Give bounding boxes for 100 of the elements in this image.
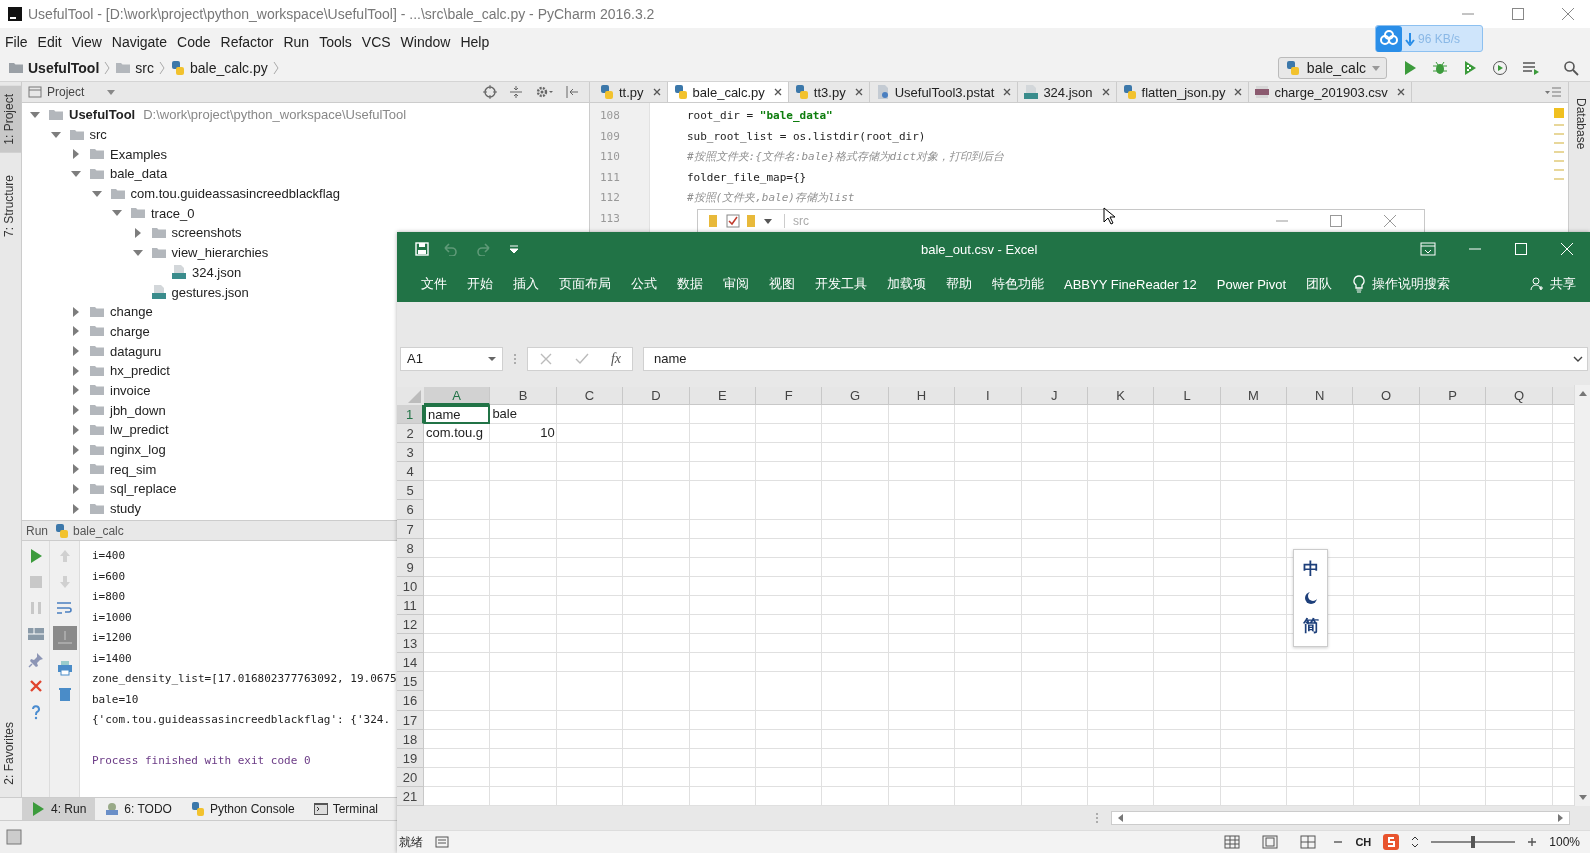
column-header[interactable]: O <box>1353 387 1420 405</box>
editor-tab[interactable]: charge_201903.csv <box>1249 82 1412 102</box>
ribbon-tab[interactable]: 页面布局 <box>549 275 621 293</box>
name-box[interactable]: A1 <box>400 346 503 371</box>
tool-window-tab[interactable]: Database <box>1569 90 1590 158</box>
table-cell[interactable]: bale <box>490 405 557 425</box>
table-cell[interactable]: 10 <box>490 424 557 444</box>
tool-window-tab[interactable]: 4: Run <box>22 798 96 820</box>
breadcrumb[interactable]: src <box>115 60 154 76</box>
close-icon[interactable] <box>772 87 783 97</box>
tree-item[interactable]: trace_0 <box>130 205 195 222</box>
column-header[interactable]: N <box>1287 387 1354 405</box>
tree-item[interactable]: invoice <box>89 382 151 399</box>
tool-window-tab[interactable]: 6: TODO <box>95 798 181 820</box>
close-icon[interactable] <box>1395 87 1406 97</box>
scroll-to-end-icon[interactable] <box>52 626 77 650</box>
moon-icon[interactable] <box>1302 590 1319 606</box>
page-layout-icon[interactable] <box>1262 835 1279 849</box>
tree-item[interactable]: screenshots <box>150 224 242 241</box>
menu-item[interactable]: VCS <box>356 33 396 50</box>
row-header[interactable]: 14 <box>397 653 424 673</box>
zoom-in-icon[interactable] <box>1527 837 1538 847</box>
zoom-level[interactable]: 100% <box>1549 835 1580 849</box>
close-icon[interactable] <box>27 678 44 694</box>
menu-item[interactable]: Window <box>395 33 456 50</box>
row-header[interactable]: 3 <box>397 443 424 463</box>
tool-window-tab[interactable]: 1: Project <box>0 86 21 153</box>
ribbon-tab[interactable]: 公式 <box>621 275 667 293</box>
ribbon-tab[interactable]: 插入 <box>503 275 549 293</box>
column-header[interactable]: L <box>1154 387 1221 405</box>
menu-item[interactable]: View <box>66 33 107 50</box>
column-header[interactable]: M <box>1220 387 1288 405</box>
tree-item[interactable]: req_sim <box>89 461 157 478</box>
tree-item[interactable]: nginx_log <box>89 441 166 458</box>
editor-tab[interactable]: UsefulTool3.pstat <box>869 82 1019 102</box>
row-header[interactable]: 2 <box>397 424 424 444</box>
tree-item[interactable]: sql_replace <box>89 480 177 497</box>
tool-window-tab[interactable]: Terminal <box>303 798 388 820</box>
settings-icon[interactable] <box>535 85 553 99</box>
menu-item[interactable]: Refactor <box>215 33 279 50</box>
editor-tab[interactable]: bale_calc.py <box>667 82 789 102</box>
menu-item[interactable]: Run <box>278 33 315 50</box>
run-icon[interactable] <box>1402 60 1418 76</box>
tree-item[interactable]: 324.json <box>171 264 242 281</box>
menu-item[interactable]: Help <box>455 33 495 50</box>
breadcrumb[interactable]: UsefulTool <box>8 60 100 76</box>
tree-item[interactable]: view_hierarchies <box>150 244 269 261</box>
column-header[interactable]: A <box>424 387 491 405</box>
tab-list-icon[interactable] <box>1544 86 1562 98</box>
tell-me-search[interactable]: 操作说明搜索 <box>1342 275 1461 293</box>
tree-item[interactable]: charge <box>89 323 150 340</box>
tasks-icon[interactable] <box>1522 60 1540 76</box>
tree-item[interactable]: study <box>89 500 142 517</box>
tree-item[interactable]: UsefulTool <box>48 106 136 123</box>
ribbon-tab[interactable]: 开发工具 <box>805 275 877 293</box>
ime-mode-button[interactable]: 中 <box>1302 559 1319 580</box>
close-icon[interactable] <box>1100 87 1111 97</box>
ribbon-tab[interactable]: 审阅 <box>713 275 759 293</box>
close-icon[interactable] <box>1233 87 1244 97</box>
ribbon-tab[interactable]: 文件 <box>411 275 457 293</box>
ribbon-tab[interactable]: 视图 <box>759 275 805 293</box>
row-header[interactable]: 5 <box>397 481 424 501</box>
ribbon-tab[interactable]: 特色功能 <box>982 275 1054 293</box>
table-cell[interactable]: com.tou.g <box>424 424 491 444</box>
column-header[interactable]: B <box>490 387 557 405</box>
ribbon-tab[interactable]: ABBYY FineReader 12 <box>1054 276 1207 292</box>
menu-item[interactable]: Navigate <box>106 33 173 50</box>
macro-record-icon[interactable] <box>435 836 449 848</box>
close-icon[interactable] <box>651 87 662 97</box>
column-header[interactable]: P <box>1419 387 1487 405</box>
row-header[interactable]: 16 <box>397 691 424 711</box>
column-header[interactable]: Q <box>1486 387 1553 405</box>
scroll-down-icon[interactable] <box>1577 794 1588 802</box>
search-icon[interactable] <box>1563 60 1579 76</box>
target-icon[interactable] <box>483 85 497 99</box>
menu-item[interactable]: Tools <box>314 33 357 50</box>
editor-tab[interactable]: tt.py <box>594 82 668 102</box>
run-config-tab[interactable]: bale_calc <box>54 522 124 539</box>
scroll-up-icon[interactable] <box>1577 389 1588 397</box>
tree-item[interactable]: bale_data <box>89 165 168 182</box>
ribbon-tab[interactable]: 加载项 <box>877 275 936 293</box>
ribbon-tab[interactable]: 开始 <box>457 275 503 293</box>
tree-item[interactable]: jbh_down <box>89 402 166 419</box>
scroll-left-icon[interactable] <box>1116 813 1124 823</box>
editor-tab[interactable]: flatten_json.py <box>1116 82 1250 102</box>
close-icon[interactable] <box>1561 7 1575 21</box>
close-icon[interactable] <box>1002 87 1013 97</box>
formula-field[interactable]: name <box>643 346 1588 371</box>
soft-wrap-icon[interactable] <box>55 600 74 616</box>
customize-icon[interactable] <box>509 244 519 254</box>
menu-item[interactable]: Code <box>172 33 216 50</box>
breadcrumb[interactable]: bale_calc.py <box>169 60 268 76</box>
expand-icon[interactable] <box>1573 354 1583 363</box>
normal-view-icon[interactable] <box>1224 835 1241 849</box>
tree-item[interactable]: gestures.json <box>150 284 249 301</box>
ime-menu-icon[interactable] <box>1411 835 1420 849</box>
ribbon-tab[interactable]: 团队 <box>1296 275 1343 293</box>
column-header[interactable]: G <box>822 387 889 405</box>
tree-item[interactable]: src <box>68 126 107 143</box>
page-break-icon[interactable] <box>1300 835 1317 849</box>
